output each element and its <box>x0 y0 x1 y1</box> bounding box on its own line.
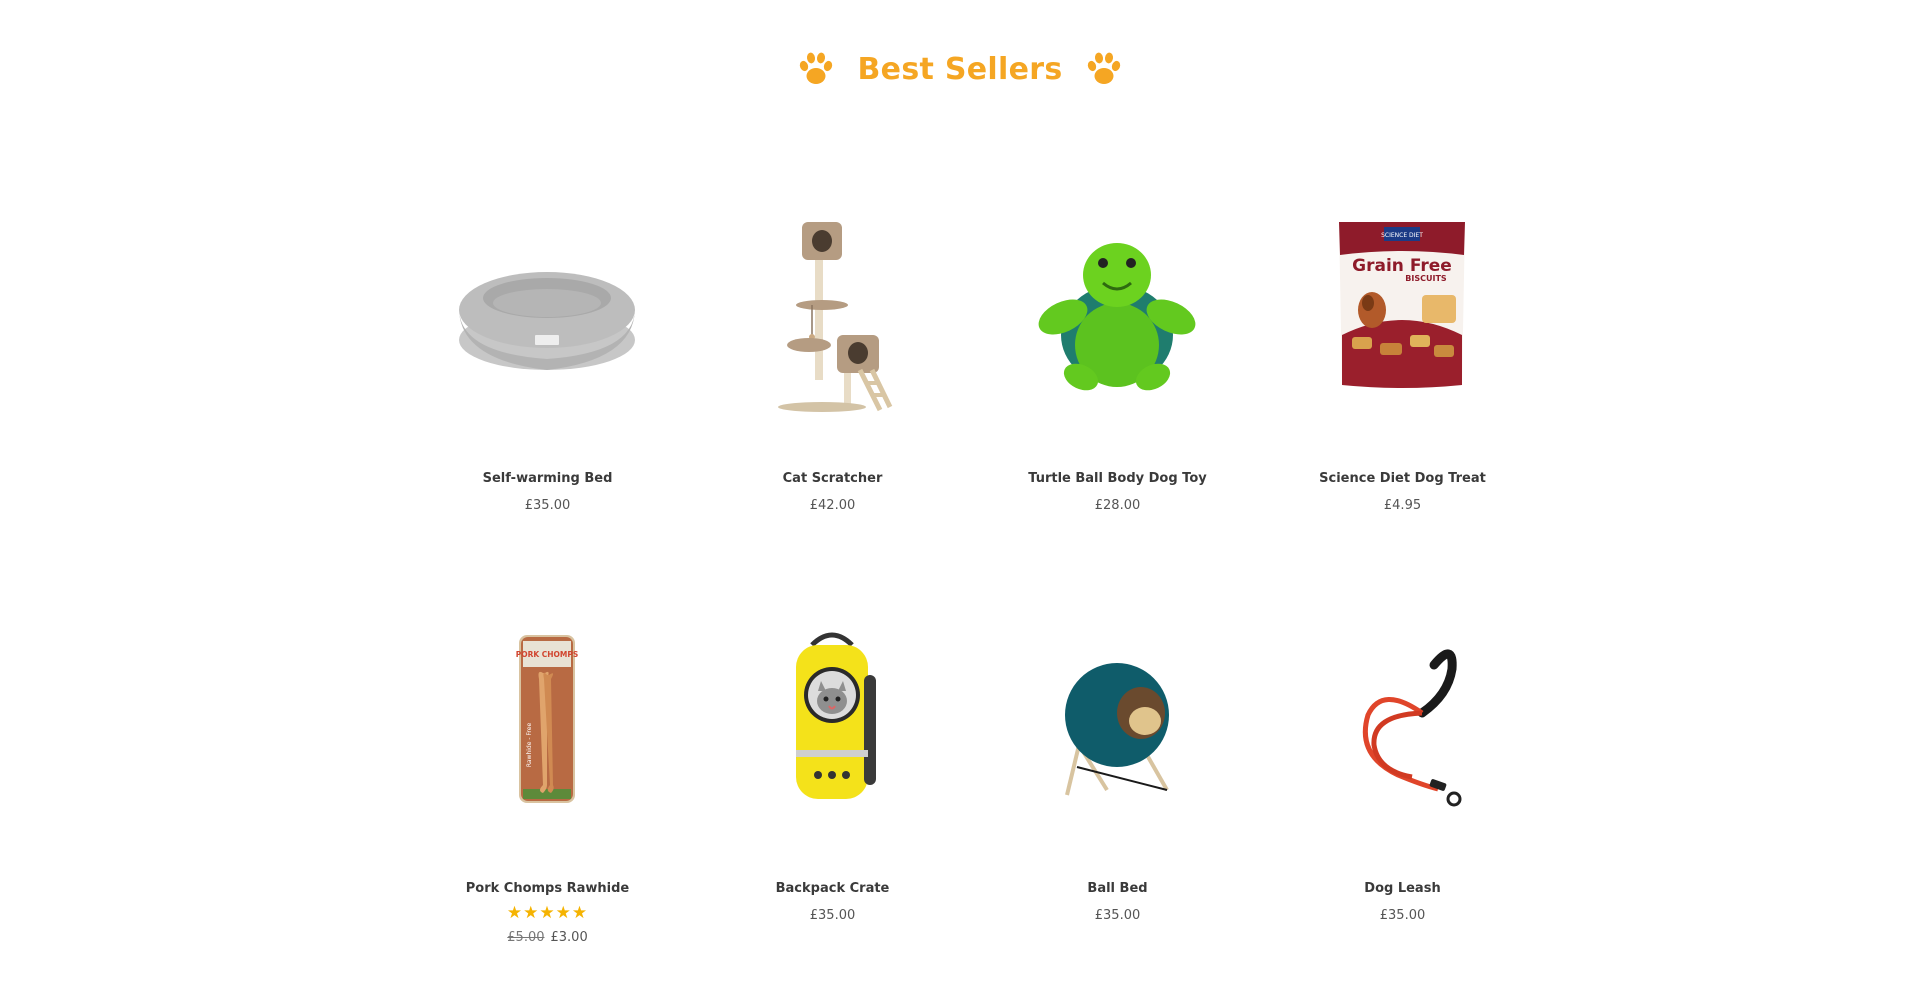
product-name[interactable]: Science Diet Dog Treat <box>1260 471 1545 486</box>
treat-line2-text: BISCUITS <box>1405 274 1447 283</box>
cat-tree-icon <box>778 222 893 412</box>
page-title: Best Sellers <box>857 51 1063 87</box>
product-price: £42.00 <box>809 498 856 513</box>
pack-brand-text: PORK CHOMPS <box>516 650 579 659</box>
product-name[interactable]: Pork Chomps Rawhide <box>405 881 690 896</box>
product-name[interactable]: Turtle Ball Body Dog Toy <box>975 471 1260 486</box>
product-image-link[interactable] <box>447 185 647 435</box>
product-price: £35.00 <box>524 498 571 513</box>
ball-pet-bed-icon <box>1065 663 1169 796</box>
product-image-link[interactable] <box>1017 595 1217 845</box>
product-price: £35.00 <box>1094 908 1141 923</box>
product-card[interactable]: Self-warming Bed £35.00 <box>405 185 690 595</box>
pack-side-text: Rawhide - Free <box>526 723 533 768</box>
product-image-link[interactable]: SCIENCE DIET Grain Free BISCUITS <box>1302 185 1502 435</box>
product-grid: Self-warming Bed £35.00 Cat Scratcher £4… <box>405 185 1545 999</box>
product-image-link[interactable] <box>1017 185 1217 435</box>
product-card[interactable]: SCIENCE DIET Grain Free BISCUITS Science… <box>1260 185 1545 595</box>
product-card[interactable]: Backpack Crate £35.00 <box>690 595 975 999</box>
product-name[interactable]: Dog Leash <box>1260 881 1545 896</box>
original-price: £5.00 <box>507 930 545 945</box>
treat-line1-text: Grain Free <box>1352 256 1452 276</box>
product-card[interactable]: Dog Leash £35.00 <box>1260 595 1545 999</box>
product-name[interactable]: Ball Bed <box>975 881 1260 896</box>
paw-icon <box>1088 52 1121 84</box>
product-price: £28.00 <box>1094 498 1141 513</box>
paw-icon <box>799 52 832 84</box>
product-card[interactable]: PORK CHOMPS Rawhide - Free Pork Chomps R… <box>405 595 690 999</box>
product-name[interactable]: Self-warming Bed <box>405 471 690 486</box>
best-sellers-page: Best Sellers Self-warming Bed £35.00 Cat… <box>0 0 1920 999</box>
product-price: £35.00 <box>809 908 856 923</box>
product-price: £5.00 £3.00 <box>405 930 690 945</box>
red-rope-leash-icon <box>1362 649 1462 807</box>
section-heading: Best Sellers <box>0 44 1920 94</box>
product-name[interactable]: Cat Scratcher <box>690 471 975 486</box>
rawhide-bone-pack-icon: PORK CHOMPS Rawhide - Free <box>516 635 579 803</box>
treat-bag-icon: SCIENCE DIET Grain Free BISCUITS <box>1339 222 1465 388</box>
bubble-backpack-icon <box>796 632 876 799</box>
product-price: £4.95 <box>1383 498 1422 513</box>
product-image-link[interactable] <box>732 595 932 845</box>
product-image-link[interactable] <box>1302 595 1502 845</box>
product-card[interactable]: Turtle Ball Body Dog Toy £28.00 <box>975 185 1260 595</box>
product-name[interactable]: Backpack Crate <box>690 881 975 896</box>
star-rating: ★★★★★ <box>506 903 589 923</box>
green-turtle-toy-icon <box>1038 243 1196 391</box>
product-price: £35.00 <box>1379 908 1426 923</box>
product-card[interactable]: Cat Scratcher £42.00 <box>690 185 975 595</box>
product-image-link[interactable] <box>732 185 932 435</box>
sale-price: £3.00 <box>550 930 588 945</box>
product-image-link[interactable]: PORK CHOMPS Rawhide - Free <box>447 595 647 845</box>
treat-brand-text: SCIENCE DIET <box>1381 232 1423 239</box>
round-pet-bed-icon <box>459 272 635 370</box>
product-card[interactable]: Ball Bed £35.00 <box>975 595 1260 999</box>
